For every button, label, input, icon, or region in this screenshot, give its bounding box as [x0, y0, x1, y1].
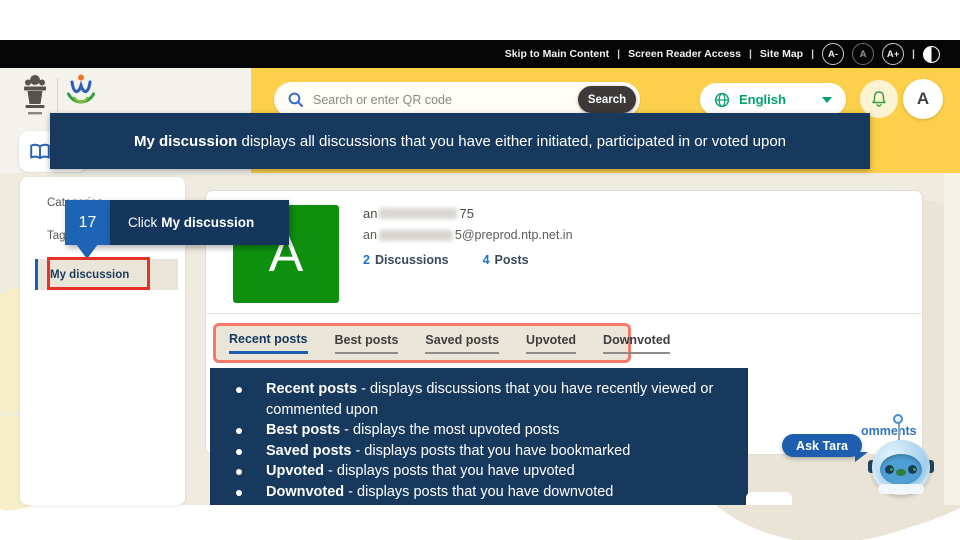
font-increase-button[interactable]: A+ — [882, 43, 904, 65]
tab-recent-posts[interactable]: Recent posts — [229, 332, 308, 354]
search-input[interactable] — [313, 93, 543, 107]
font-decrease-button[interactable]: A- — [822, 43, 844, 65]
ask-tara-button[interactable]: Ask Tara — [782, 434, 862, 457]
globe-icon — [714, 92, 730, 108]
search-button[interactable]: Search — [578, 86, 636, 113]
decorative-strip — [944, 173, 960, 505]
separator: | — [811, 48, 814, 60]
search-bar: Search — [274, 82, 640, 117]
info-item: Recent posts - displays discussions that… — [210, 379, 748, 420]
robot-antenna-ball — [893, 414, 903, 424]
robot-mouth — [896, 469, 906, 476]
tab-upvoted[interactable]: Upvoted — [526, 333, 576, 354]
contrast-toggle-icon[interactable] — [923, 46, 940, 63]
tab-saved-posts[interactable]: Saved posts — [425, 333, 499, 354]
tara-robot-mascot[interactable] — [868, 412, 934, 504]
platform-logo-icon — [64, 73, 98, 115]
info-item: Saved posts - displays posts that you ha… — [210, 441, 748, 462]
open-book-icon — [29, 143, 51, 161]
page: Skip to Main Content | Screen Reader Acc… — [0, 0, 960, 540]
separator: | — [617, 48, 620, 60]
chevron-down-icon — [822, 97, 832, 103]
font-default-button[interactable]: A — [852, 43, 874, 65]
tabs-explanation-box: Recent posts - displays discussions that… — [210, 368, 748, 505]
tab-best-posts[interactable]: Best posts — [335, 333, 399, 354]
accessibility-bar: Skip to Main Content | Screen Reader Acc… — [0, 40, 960, 68]
robot-eye — [908, 465, 917, 474]
posts-tab-bar: Recent posts Best posts Saved posts Upvo… — [213, 323, 631, 363]
discussions-stat: 2Discussions — [363, 253, 449, 267]
language-selector[interactable]: English — [700, 83, 846, 116]
logo-divider — [57, 78, 58, 116]
posts-stat: 4Posts — [483, 253, 529, 267]
redacted-text — [379, 208, 457, 219]
profile-email: an 5@preprod.ntp.net.in — [363, 228, 573, 242]
highlight-box-my-discussion — [47, 257, 150, 290]
bell-icon — [870, 90, 888, 108]
info-item: Best posts - displays the most upvoted p… — [210, 420, 748, 441]
national-emblem-icon — [22, 74, 48, 120]
site-map-link[interactable]: Site Map — [760, 48, 803, 60]
redacted-text — [379, 230, 453, 241]
ask-tara-bubble-tail — [855, 452, 868, 462]
robot-helmet-rim — [878, 484, 924, 494]
divider — [205, 313, 923, 314]
skip-to-main-link[interactable]: Skip to Main Content — [505, 48, 609, 60]
robot-eye — [885, 465, 894, 474]
separator: | — [749, 48, 752, 60]
tab-downvoted[interactable]: Downvoted — [603, 333, 670, 354]
search-icon — [287, 91, 304, 108]
screen-reader-link[interactable]: Screen Reader Access — [628, 48, 741, 60]
info-item: Downvoted - displays posts that you have… — [210, 482, 748, 503]
tooltip-step-number: 17 — [65, 200, 110, 245]
profile-username: an 75 — [363, 206, 474, 221]
language-label: English — [739, 92, 786, 107]
tutorial-banner: My discussion displays all discussions t… — [50, 113, 870, 169]
tooltip-instruction: ClickMy discussion — [110, 200, 289, 245]
card-corner — [746, 492, 792, 505]
info-item: Upvoted - displays posts that you have u… — [210, 461, 748, 482]
profile-stats: 2Discussions 4Posts — [363, 253, 529, 267]
separator: | — [912, 48, 915, 60]
user-avatar[interactable]: A — [903, 79, 943, 119]
